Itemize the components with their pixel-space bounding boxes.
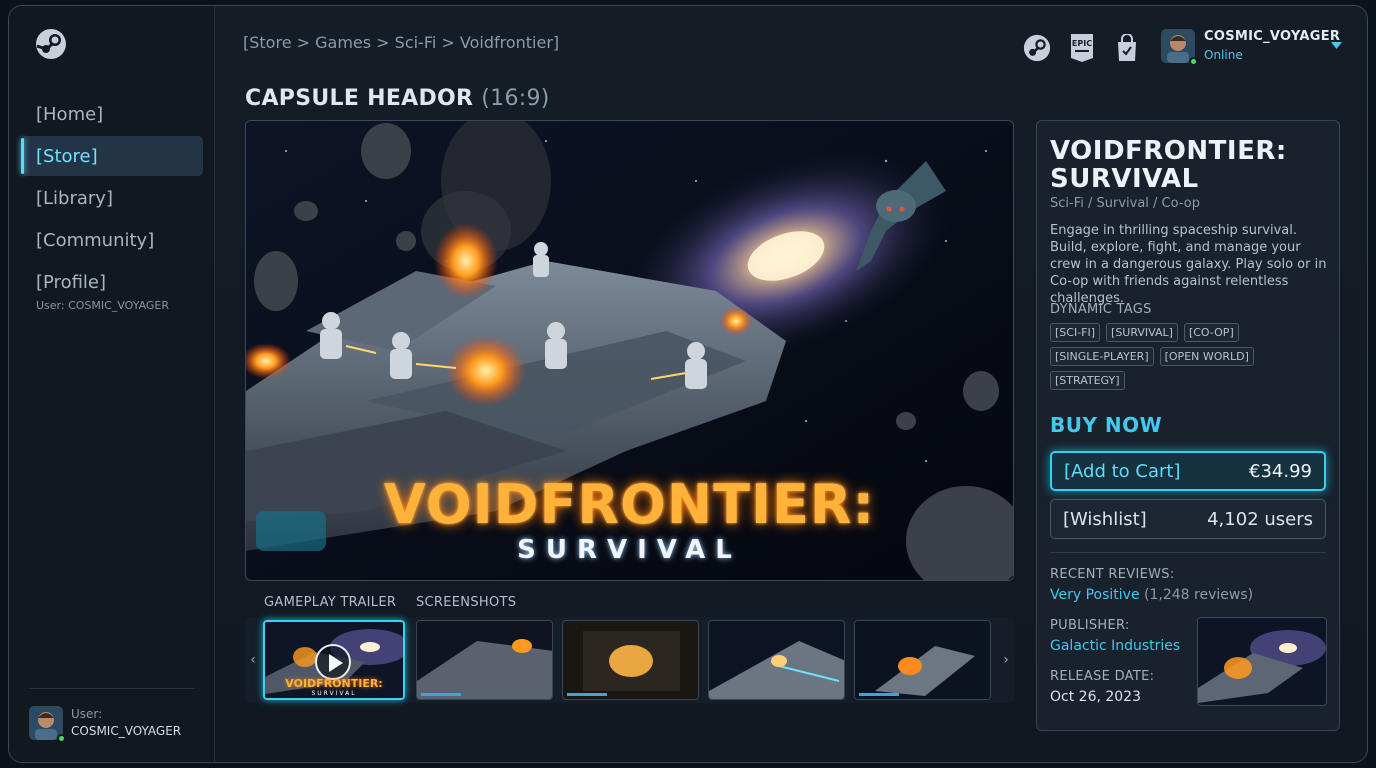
sidebar-user-card[interactable]: User: COSMIC_VOYAGER bbox=[29, 706, 182, 743]
online-status-indicator bbox=[1189, 57, 1198, 66]
epic-games-icon[interactable]: EPIC bbox=[1066, 31, 1098, 65]
capsule-header-image[interactable]: VOIDFRONTIER: SURVIVAL bbox=[245, 120, 1014, 581]
sidebar-item-community[interactable]: [Community] bbox=[21, 220, 203, 260]
platform-icons: EPIC bbox=[1021, 31, 1143, 65]
sidebar-item-library[interactable]: [Library] bbox=[21, 178, 203, 218]
steam-logo-icon[interactable] bbox=[35, 28, 67, 60]
tags-heading: DYNAMIC TAGS bbox=[1050, 302, 1152, 317]
tag-open-world[interactable]: [OPEN WORLD] bbox=[1159, 347, 1254, 366]
thumb-title: VOIDFRONTIER: bbox=[285, 677, 383, 690]
screenshot-thumbnail[interactable] bbox=[708, 620, 845, 700]
user-label: User: bbox=[71, 707, 103, 721]
tag-strategy[interactable]: [STRATEGY] bbox=[1050, 371, 1125, 390]
sidebar-item-store[interactable]: [Store] bbox=[21, 136, 203, 176]
app-window: [Home] [Store] [Library] [Community] [Pr… bbox=[8, 5, 1368, 763]
buy-now-heading: BUY NOW bbox=[1050, 413, 1163, 437]
publisher-image bbox=[1197, 617, 1327, 706]
add-to-cart-button[interactable]: [Add to Cart] €34.99 bbox=[1050, 451, 1326, 491]
tag-single-player[interactable]: [SINGLE-PLAYER] bbox=[1050, 347, 1154, 366]
tag-survival[interactable]: [SURVIVAL] bbox=[1106, 323, 1178, 342]
shopping-bag-icon[interactable] bbox=[1111, 31, 1143, 65]
screenshot-thumbnail[interactable] bbox=[562, 620, 699, 700]
publisher-label: PUBLISHER: bbox=[1050, 618, 1130, 633]
header-user-name: COSMIC_VOYAGER bbox=[1204, 29, 1341, 44]
chevron-right-icon[interactable]: › bbox=[998, 617, 1014, 703]
avatar[interactable] bbox=[29, 706, 66, 743]
chevron-left-icon[interactable]: ‹ bbox=[245, 617, 261, 703]
release-date-value: Oct 26, 2023 bbox=[1050, 689, 1141, 705]
add-to-cart-label: [Add to Cart] bbox=[1064, 460, 1181, 482]
screenshots-label: SCREENSHOTS bbox=[416, 595, 517, 610]
game-info-panel: VOIDFRONTIER: SURVIVAL Sci-Fi / Survival… bbox=[1036, 120, 1340, 731]
wishlist-count: 4,102 users bbox=[1207, 508, 1313, 530]
screenshot-thumbnail[interactable] bbox=[416, 620, 553, 700]
tag-sci-fi[interactable]: [SCI-FI] bbox=[1050, 323, 1101, 342]
header-user-menu[interactable]: COSMIC_VOYAGER Online bbox=[1161, 28, 1341, 66]
avatar[interactable] bbox=[1161, 29, 1198, 66]
wishlist-button[interactable]: [Wishlist] 4,102 users bbox=[1050, 499, 1326, 539]
svg-text:EPIC: EPIC bbox=[1072, 39, 1092, 48]
gameplay-trailer-label: GAMEPLAY TRAILER bbox=[264, 595, 397, 610]
page-title: CAPSULE HEADOR (16:9) bbox=[245, 86, 550, 111]
reviews-summary: Very Positive (1,248 reviews) bbox=[1050, 587, 1253, 603]
game-description: Engage in thrilling spaceship survival. … bbox=[1050, 223, 1327, 306]
price: €34.99 bbox=[1249, 460, 1312, 482]
media-carousel: ‹ › VOIDFRONTIER: SURVIVAL bbox=[245, 617, 1014, 703]
sidebar-item-profile[interactable]: [Profile] bbox=[21, 262, 203, 302]
release-date-label: RELEASE DATE: bbox=[1050, 669, 1155, 684]
game-genre: Sci-Fi / Survival / Co-op bbox=[1050, 196, 1200, 211]
tag-list: [SCI-FI] [SURVIVAL] [CO-OP] [SINGLE-PLAY… bbox=[1050, 323, 1330, 390]
play-icon[interactable] bbox=[315, 644, 351, 680]
header-user-status: Online bbox=[1204, 48, 1243, 62]
thumb-subtitle: SURVIVAL bbox=[311, 690, 357, 697]
breadcrumb[interactable]: [Store > Games > Sci-Fi > Voidfrontier] bbox=[243, 33, 559, 52]
capsule-game-subtitle: SURVIVAL bbox=[517, 535, 742, 565]
reviews-label: RECENT REVIEWS: bbox=[1050, 567, 1175, 582]
capsule-game-title: VOIDFRONTIER: bbox=[383, 473, 876, 536]
steam-icon[interactable] bbox=[1021, 31, 1053, 65]
sidebar-item-home[interactable]: [Home] bbox=[21, 94, 203, 134]
sidebar-nav: [Home] [Store] [Library] [Community] [Pr… bbox=[21, 94, 203, 304]
reviews-count: (1,248 reviews) bbox=[1144, 587, 1254, 603]
user-name: COSMIC_VOYAGER bbox=[71, 724, 182, 738]
sidebar-divider bbox=[29, 688, 195, 689]
trailer-thumbnail[interactable]: VOIDFRONTIER: SURVIVAL bbox=[263, 620, 405, 700]
online-status-indicator bbox=[57, 734, 66, 743]
wishlist-label: [Wishlist] bbox=[1063, 508, 1147, 530]
profile-username-caption: User: COSMIC_VOYAGER bbox=[36, 299, 170, 312]
tag-co-op[interactable]: [CO-OP] bbox=[1183, 323, 1239, 342]
game-title: VOIDFRONTIER: SURVIVAL bbox=[1050, 136, 1287, 194]
publisher-link[interactable]: Galactic Industries bbox=[1050, 638, 1180, 654]
panel-divider bbox=[1050, 552, 1326, 553]
chevron-down-icon[interactable] bbox=[1331, 42, 1342, 50]
reviews-rating-link[interactable]: Very Positive bbox=[1050, 587, 1140, 603]
screenshot-thumbnail[interactable] bbox=[854, 620, 991, 700]
sidebar: [Home] [Store] [Library] [Community] [Pr… bbox=[9, 6, 215, 762]
